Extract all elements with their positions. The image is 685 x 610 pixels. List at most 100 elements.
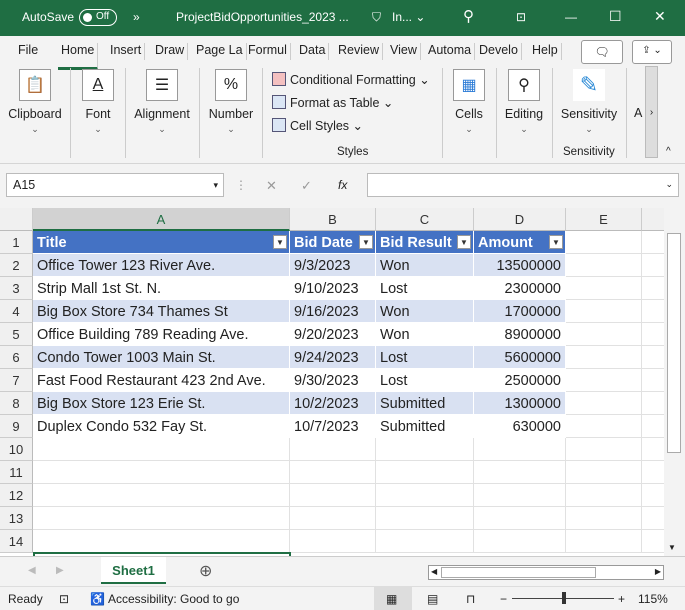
cell[interactable] (642, 277, 664, 300)
ribbon-scroll-right[interactable]: › (645, 66, 658, 158)
column-header-e[interactable]: E (566, 208, 642, 231)
cell[interactable] (290, 530, 376, 553)
cell[interactable] (642, 507, 664, 530)
row-header-2[interactable]: 2 (0, 254, 33, 277)
cells-group[interactable]: ▦ Cells ⌄ (450, 66, 488, 135)
cell[interactable] (566, 254, 642, 277)
cell[interactable] (566, 346, 642, 369)
formula-input[interactable]: ⌄ (367, 173, 679, 197)
table-cell[interactable]: 2500000 (474, 369, 566, 392)
filter-dropdown-icon[interactable]: ▼ (359, 235, 373, 249)
table-header-cell[interactable]: Amount ▼ (474, 231, 566, 254)
cell[interactable] (290, 507, 376, 530)
cell[interactable] (642, 323, 664, 346)
clipboard-group[interactable]: 📋 Clipboard ⌄ (6, 66, 64, 135)
tab-help[interactable]: Help (529, 43, 562, 60)
column-header-a[interactable]: A (33, 208, 290, 231)
alignment-group[interactable]: ☰ Alignment ⌄ (132, 66, 192, 135)
normal-view-icon[interactable]: ▦ (386, 592, 397, 606)
table-cell[interactable]: Duplex Condo 532 Fay St. (33, 415, 290, 438)
table-cell[interactable]: Fast Food Restaurant 423 2nd Ave. (33, 369, 290, 392)
addins-group[interactable]: A (634, 106, 642, 120)
conditional-formatting-button[interactable]: Conditional Formatting ⌄ (272, 72, 430, 87)
maximize-icon[interactable]: ☐ (609, 8, 622, 25)
accessibility-status[interactable]: Accessibility: Good to go (108, 592, 239, 606)
filter-dropdown-icon[interactable]: ▼ (549, 235, 563, 249)
row-header-14[interactable]: 14 (0, 530, 33, 553)
cell[interactable] (566, 231, 642, 254)
table-cell[interactable]: 10/7/2023 (290, 415, 376, 438)
cell[interactable] (33, 507, 290, 530)
tab-data[interactable]: Data (296, 43, 330, 60)
cell[interactable] (642, 484, 664, 507)
cell[interactable] (474, 461, 566, 484)
table-cell[interactable]: 1300000 (474, 392, 566, 415)
row-header-8[interactable]: 8 (0, 392, 33, 415)
tab-view[interactable]: View (387, 43, 421, 60)
macro-record-icon[interactable]: ⊡ (59, 592, 69, 606)
table-cell[interactable]: 9/30/2023 (290, 369, 376, 392)
tab-review[interactable]: Review (335, 43, 383, 60)
sensitivity-group[interactable]: ✎ Sensitivity ⌄ (558, 66, 620, 135)
table-cell[interactable]: Won (376, 300, 474, 323)
cell[interactable] (33, 484, 290, 507)
sensitivity-label[interactable]: In... ⌄ (392, 10, 425, 24)
table-cell[interactable]: Strip Mall 1st St. N. (33, 277, 290, 300)
cell[interactable] (33, 461, 290, 484)
table-cell[interactable]: 13500000 (474, 254, 566, 277)
horizontal-scrollbar[interactable]: ◀ ▶ (428, 565, 664, 580)
cell[interactable] (474, 438, 566, 461)
number-group[interactable]: % Number ⌄ (205, 66, 257, 135)
cell[interactable] (566, 438, 642, 461)
table-header-cell[interactable]: Bid Date ▼ (290, 231, 376, 254)
row-header-7[interactable]: 7 (0, 369, 33, 392)
row-header-11[interactable]: 11 (0, 461, 33, 484)
collapse-ribbon-icon[interactable]: ^ (666, 146, 671, 157)
cell[interactable] (33, 438, 290, 461)
cell[interactable] (566, 461, 642, 484)
cell[interactable] (566, 392, 642, 415)
row-header-9[interactable]: 9 (0, 415, 33, 438)
zoom-in-button[interactable]: + (618, 592, 625, 606)
cell[interactable] (376, 438, 474, 461)
cancel-icon[interactable]: ✕ (266, 178, 277, 194)
table-cell[interactable]: Office Tower 123 River Ave. (33, 254, 290, 277)
add-sheet-icon[interactable]: ⊕ (199, 561, 212, 581)
accessibility-icon[interactable]: ♿ (90, 592, 105, 606)
table-cell[interactable]: 9/16/2023 (290, 300, 376, 323)
insert-function-icon[interactable]: fx (338, 178, 347, 192)
close-icon[interactable]: ✕ (654, 8, 666, 25)
more-commands[interactable]: » (133, 10, 140, 24)
prev-sheet-icon[interactable]: ◀ (28, 565, 36, 576)
cell[interactable] (566, 300, 642, 323)
table-cell[interactable]: 1700000 (474, 300, 566, 323)
ribbon-display-icon[interactable]: ⊡ (516, 10, 526, 24)
table-cell[interactable]: Submitted (376, 392, 474, 415)
cell[interactable] (376, 530, 474, 553)
column-header-d[interactable]: D (474, 208, 566, 231)
table-cell[interactable]: 2300000 (474, 277, 566, 300)
vertical-scrollbar[interactable]: ▼ (664, 208, 685, 556)
editing-group[interactable]: ⚲ Editing ⌄ (502, 66, 546, 135)
table-cell[interactable]: Won (376, 323, 474, 346)
cell[interactable] (566, 277, 642, 300)
table-header-cell[interactable]: Bid Result ▼ (376, 231, 474, 254)
table-cell[interactable]: 5600000 (474, 346, 566, 369)
page-break-view-icon[interactable]: ⊓ (466, 592, 475, 606)
table-cell[interactable]: 9/20/2023 (290, 323, 376, 346)
column-header-f[interactable] (642, 208, 664, 231)
format-as-table-button[interactable]: Format as Table ⌄ (272, 95, 393, 110)
cell[interactable] (474, 507, 566, 530)
cell[interactable] (642, 438, 664, 461)
tab-insert[interactable]: Insert (107, 43, 146, 60)
worksheet-grid[interactable]: A B C D E 1 Title ▼ Bid Date ▼ Bid Result ▼ Amount ▼ 2… (0, 208, 664, 556)
table-cell[interactable]: Lost (376, 369, 474, 392)
table-cell[interactable]: 630000 (474, 415, 566, 438)
zoom-slider-thumb[interactable] (562, 592, 566, 604)
cell[interactable] (642, 254, 664, 277)
cell[interactable] (376, 484, 474, 507)
next-sheet-icon[interactable]: ▶ (56, 565, 64, 576)
cell[interactable] (566, 323, 642, 346)
cell[interactable] (642, 530, 664, 553)
page-layout-view-icon[interactable]: ▤ (427, 592, 438, 606)
